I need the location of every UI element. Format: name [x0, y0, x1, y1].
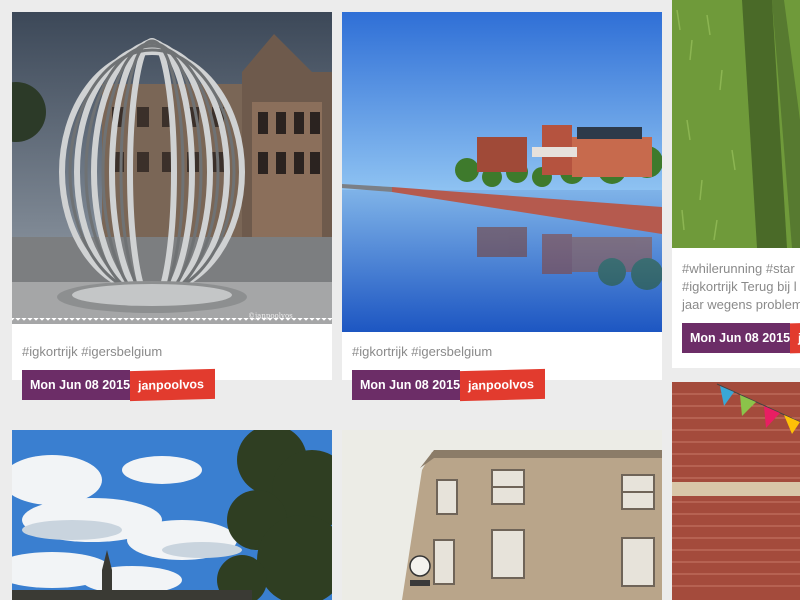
post-photo[interactable]: [672, 0, 800, 248]
post-caption: #igkortrijk #igersbelgium: [352, 344, 493, 359]
post-user-link[interactable]: ja: [790, 322, 800, 354]
post-card[interactable]: ©janpoolvos #igkortrijk #igersbelgium Mo…: [12, 12, 332, 402]
post-user-link[interactable]: janpoolvos: [130, 368, 215, 402]
post-date-badge: Mon Jun 08 2015: [352, 370, 460, 400]
caption-line: #igkortrijk Terug bij l: [682, 279, 797, 294]
post-user-link[interactable]: janpoolvos: [460, 368, 545, 402]
post-photo[interactable]: [12, 430, 332, 600]
post-photo[interactable]: [672, 382, 800, 600]
post-card[interactable]: [342, 430, 662, 600]
post-photo[interactable]: [342, 430, 662, 600]
post-date-badge: Mon Jun 08 2015: [682, 323, 790, 353]
post-photo[interactable]: ©janpoolvos: [12, 12, 332, 324]
post-date-badge: Mon Jun 08 2015: [22, 370, 130, 400]
post-photo[interactable]: [342, 12, 662, 332]
post-caption: #igkortrijk #igersbelgium: [22, 344, 163, 359]
caption-line: jaar wegens problem: [682, 297, 800, 312]
post-card[interactable]: [672, 382, 800, 600]
post-card[interactable]: #igkortrijk #igersbelgium Mon Jun 08 201…: [342, 12, 662, 402]
post-caption: #whilerunning #star #igkortrijk Terug bi…: [682, 260, 800, 314]
caption-line: #whilerunning #star: [682, 261, 795, 276]
post-card[interactable]: #whilerunning #star #igkortrijk Terug bi…: [672, 0, 800, 368]
post-card[interactable]: [12, 430, 332, 600]
